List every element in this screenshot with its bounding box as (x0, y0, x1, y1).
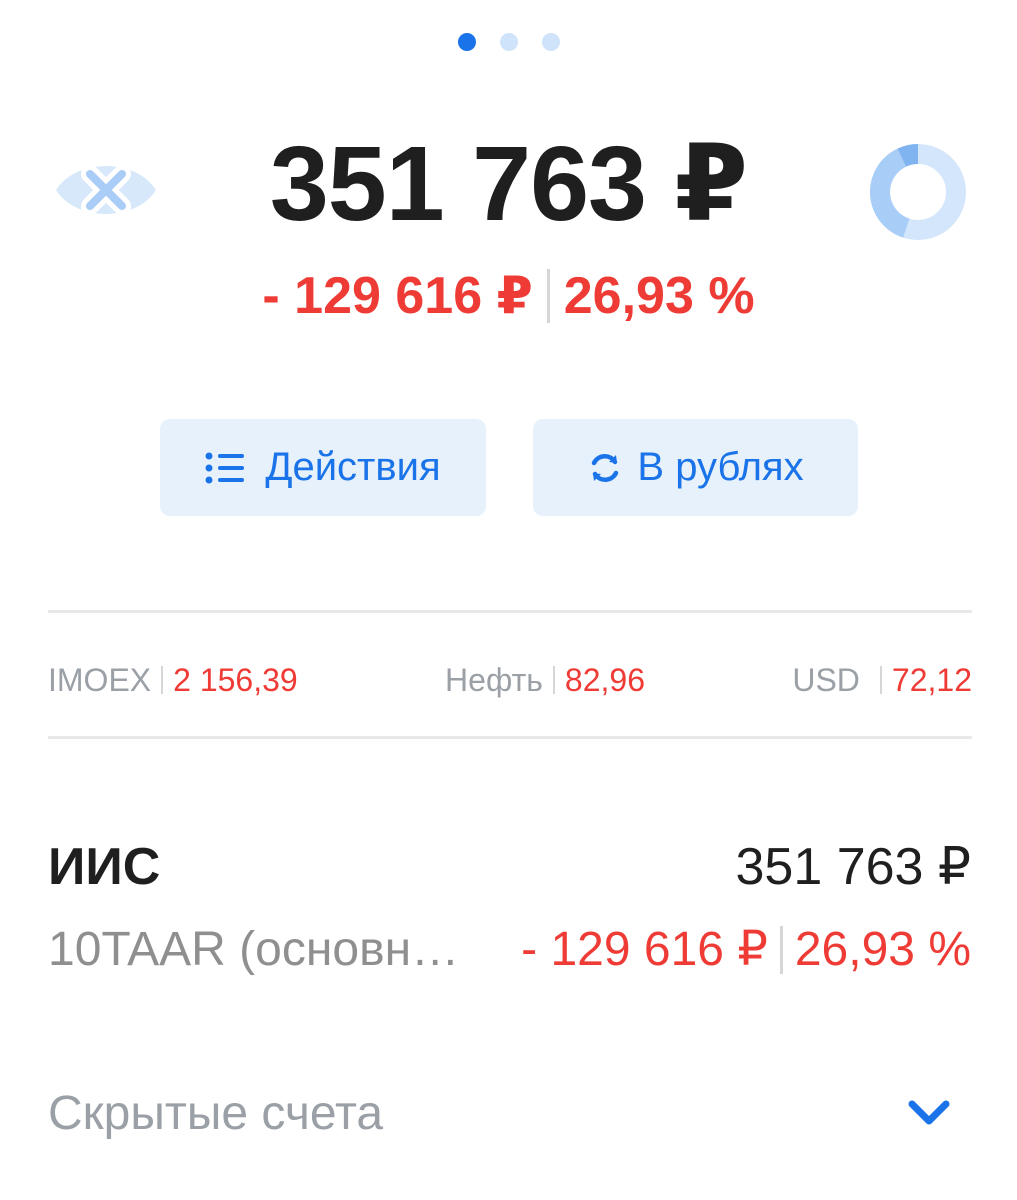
ticker-value: 72,12 (891, 662, 972, 698)
refresh-icon (592, 453, 619, 482)
divider (879, 666, 882, 694)
divider (48, 610, 972, 613)
divider (779, 926, 783, 974)
portfolio-change: - 129 616 ₽ 26,93 % (0, 266, 1017, 326)
ticker-name: Нефть (445, 662, 543, 698)
ticker-value: 82,96 (564, 662, 645, 698)
account-subtitle: 10TAAR (основной) (48, 923, 468, 976)
divider (552, 666, 555, 694)
expand-hidden-accounts-button[interactable] (906, 1096, 952, 1132)
currency-button-label: В рублях (637, 445, 804, 489)
page-dot-1[interactable] (457, 33, 476, 51)
actions-button[interactable]: Действия (160, 419, 486, 516)
ticker-name: USD (792, 662, 860, 698)
allocation-chart-button[interactable] (866, 140, 970, 244)
divider (48, 736, 972, 739)
donut-chart-icon (870, 144, 966, 240)
ticker-imoex[interactable]: IMOEX 2 156,39 (48, 660, 298, 700)
account-change-pct: 26,93 % (794, 923, 971, 976)
account-name[interactable]: ИИС (48, 838, 160, 896)
account-change: - 129 616 ₽ 26,93 % (521, 922, 971, 978)
divider (546, 269, 550, 323)
ticker-name: IMOEX (48, 662, 152, 698)
portfolio-change-abs: - 129 616 ₽ (262, 267, 533, 325)
page-indicator (0, 33, 1017, 51)
ticker-value: 2 156,39 (173, 662, 298, 698)
ticker-oil[interactable]: Нефть 82,96 (445, 660, 645, 700)
ticker-usd[interactable]: USD 72,12 (792, 660, 972, 700)
page-dot-2[interactable] (499, 33, 518, 51)
hidden-accounts-label[interactable]: Скрытые счета (48, 1086, 383, 1142)
market-tickers: IMOEX 2 156,39 Нефть 82,96 USD 72,12 (48, 660, 972, 700)
chevron-down-icon (908, 1100, 950, 1125)
divider (161, 666, 164, 694)
currency-toggle-button[interactable]: В рублях (533, 419, 858, 516)
portfolio-total: 351 763 ₽ (269, 125, 748, 243)
page-dot-3[interactable] (541, 33, 560, 51)
list-icon (205, 452, 245, 483)
account-value: 351 763 ₽ (735, 838, 972, 896)
actions-button-label: Действия (265, 445, 441, 489)
portfolio-change-pct: 26,93 % (563, 267, 755, 325)
account-change-abs: - 129 616 ₽ (521, 923, 768, 976)
